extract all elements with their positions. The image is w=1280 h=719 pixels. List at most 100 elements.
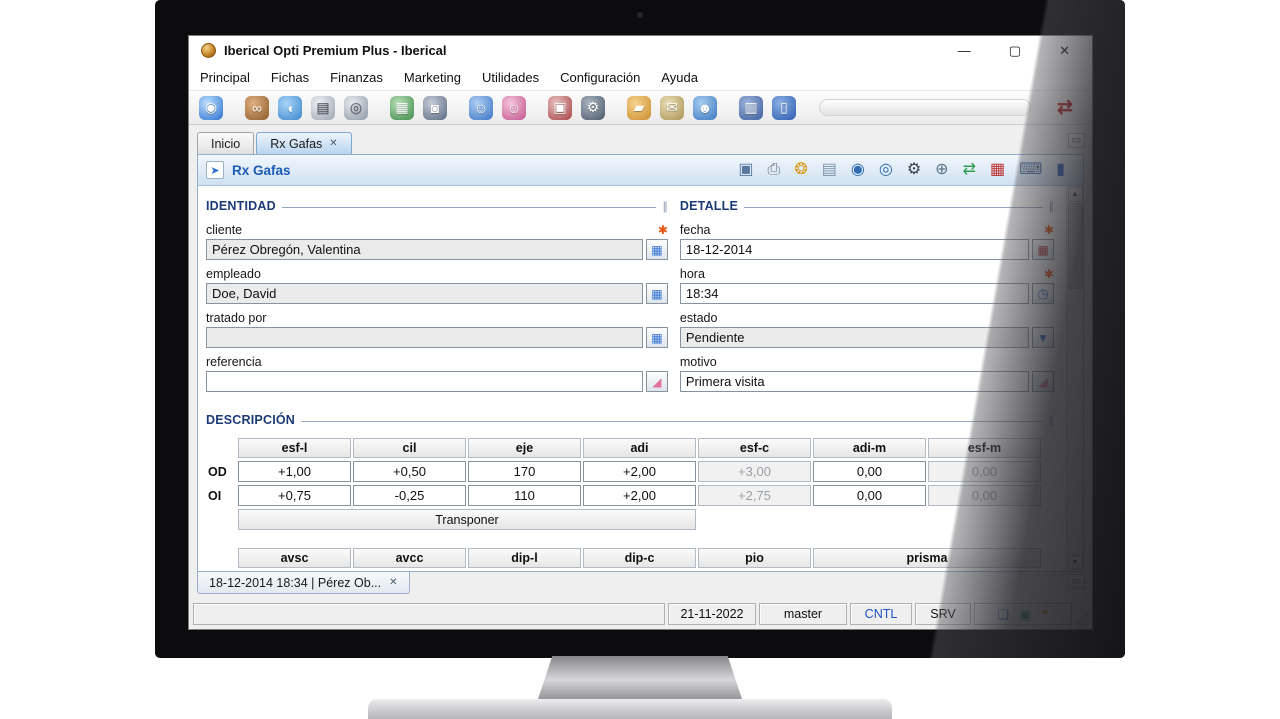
od-eje-input[interactable] <box>468 461 581 482</box>
save-icon[interactable]: ▣ <box>738 162 753 178</box>
collapse-handle-icon[interactable]: ∥ <box>662 200 668 213</box>
tab-rx-gafas[interactable]: Rx Gafas ✕ <box>256 132 352 154</box>
calculator-icon[interactable]: ▦ <box>390 96 414 120</box>
documents-icon[interactable]: ▤ <box>311 96 335 120</box>
badge-icon[interactable]: ❂ <box>794 162 807 178</box>
section-rule <box>301 421 1042 422</box>
terminal-icon[interactable]: ▥ <box>739 96 763 120</box>
employee-icon[interactable]: ☺ <box>502 96 526 120</box>
fecha-input[interactable] <box>680 239 1029 260</box>
lens-icon[interactable]: ◖ <box>278 96 302 120</box>
phoropter-icon[interactable]: ⚙ <box>907 162 921 178</box>
transfer-icon[interactable]: ⇄ <box>963 162 976 178</box>
folder-icon[interactable]: ▰ <box>627 96 651 120</box>
minimize-record-tabs-icon[interactable]: ▭ <box>1068 574 1085 589</box>
menu-utilidades[interactable]: Utilidades <box>482 70 539 85</box>
statusbar-message-area <box>193 603 665 625</box>
remote-desktop-icon[interactable]: ❏ <box>998 608 1010 621</box>
close-icon[interactable]: ✕ <box>1059 44 1070 57</box>
photo-icon[interactable]: ▤ <box>822 162 837 178</box>
oi-adi-m-input[interactable] <box>813 485 926 506</box>
binoculars-icon[interactable]: ∞ <box>245 96 269 120</box>
empleado-lookup-button[interactable]: ▦ <box>646 283 668 304</box>
oi-eje-input[interactable] <box>468 485 581 506</box>
menu-finanzas[interactable]: Finanzas <box>330 70 383 85</box>
tab-inicio[interactable]: Inicio <box>197 132 254 154</box>
workstation-icon[interactable]: ⌨ <box>1019 162 1042 178</box>
referencia-erase-button[interactable]: ◢ <box>646 371 668 392</box>
od-cil-input[interactable] <box>353 461 466 482</box>
table-lookup-icon: ▦ <box>651 288 662 300</box>
od-adi-input[interactable] <box>583 461 696 482</box>
oi-cil-input[interactable] <box>353 485 466 506</box>
oi-esf-l-input[interactable] <box>238 485 351 506</box>
record-tab-close-icon[interactable]: ✕ <box>389 577 397 588</box>
camera-icon[interactable]: ◙ <box>423 96 447 120</box>
print-icon[interactable]: ⎙ <box>768 162 781 178</box>
rx-table: esf-l cil eje adi esf-c adi-m esf-m OD <box>206 438 1054 568</box>
estado-dropdown-button[interactable]: ▼ <box>1032 327 1054 348</box>
referencia-input[interactable] <box>206 371 643 392</box>
table-lookup-icon: ▦ <box>651 332 662 344</box>
tratado-por-lookup-button[interactable]: ▦ <box>646 327 668 348</box>
scrollbar-thumb[interactable] <box>1068 203 1083 289</box>
client-icon[interactable]: ☺ <box>469 96 493 120</box>
od-esf-l-input[interactable] <box>238 461 351 482</box>
lensmeter-icon[interactable]: ⊕ <box>935 162 948 178</box>
fecha-calendar-button[interactable]: ▦ <box>1032 239 1054 260</box>
maximize-icon[interactable]: ▢ <box>1009 44 1021 57</box>
contacts-icon[interactable]: ☻ <box>693 96 717 120</box>
delivery-icon[interactable]: ▣ <box>548 96 572 120</box>
monitor-icon[interactable]: ▯ <box>772 96 796 120</box>
records-icon[interactable]: ▮ <box>1056 162 1065 178</box>
section-title-detalle: DETALLE <box>680 199 738 213</box>
tratado-por-input[interactable] <box>206 327 643 348</box>
menu-configuracion[interactable]: Configuración <box>560 70 640 85</box>
empleado-input[interactable] <box>206 283 643 304</box>
lab-machine-icon[interactable]: ⚙ <box>581 96 605 120</box>
calendar-icon[interactable]: ▦ <box>990 162 1005 178</box>
local-display-icon[interactable]: ▣ <box>1019 608 1031 621</box>
record-icon[interactable]: ◉ <box>199 96 223 120</box>
eye-review-icon[interactable]: ◎ <box>879 162 893 178</box>
collapse-handle-icon[interactable]: ∥ <box>1049 200 1055 213</box>
chat-icon[interactable]: ❝ <box>1041 608 1048 621</box>
estado-input[interactable] <box>680 327 1029 348</box>
minimize-tabs-icon[interactable]: ▭ <box>1068 133 1085 148</box>
cliente-lookup-button[interactable]: ▦ <box>646 239 668 260</box>
statusbar-cntl[interactable]: CNTL <box>850 603 912 625</box>
menu-marketing[interactable]: Marketing <box>404 70 461 85</box>
od-esf-m-input <box>928 461 1041 482</box>
descripcion-section-header: DESCRIPCIÓN ∥ <box>206 412 1054 428</box>
transponer-button[interactable]: Transponer <box>238 509 696 530</box>
panel-arrow-icon: ➤ <box>206 161 224 179</box>
titlebar[interactable]: Iberical Opti Premium Plus - Iberical — … <box>189 36 1092 64</box>
motivo-label: motivo <box>680 355 717 369</box>
sync-arrows-icon[interactable]: ⇄ <box>1048 96 1082 119</box>
hora-clock-button[interactable]: ◷ <box>1032 283 1054 304</box>
tab-close-icon[interactable]: ✕ <box>329 138 337 149</box>
cliente-input[interactable] <box>206 239 643 260</box>
toolbar-search-area[interactable] <box>819 99 1031 116</box>
vertical-scrollbar[interactable]: ▲ ▼ <box>1066 186 1083 571</box>
oi-adi-input[interactable] <box>583 485 696 506</box>
resize-grip[interactable] <box>1075 612 1088 626</box>
motivo-input[interactable] <box>680 371 1029 392</box>
field-referencia: referencia ◢ <box>206 354 668 392</box>
mail-icon[interactable]: ✉ <box>660 96 684 120</box>
menu-ayuda[interactable]: Ayuda <box>661 70 698 85</box>
scroll-up-icon[interactable]: ▲ <box>1068 187 1083 202</box>
od-adi-m-input[interactable] <box>813 461 926 482</box>
webcam-dot <box>637 12 643 18</box>
hora-input[interactable] <box>680 283 1029 304</box>
menu-principal[interactable]: Principal <box>200 70 250 85</box>
eye-icon[interactable]: ◉ <box>851 162 865 178</box>
scroll-down-icon[interactable]: ▼ <box>1068 555 1083 570</box>
collapse-handle-icon[interactable]: ∥ <box>1049 414 1055 427</box>
contact-lens-icon[interactable]: ◎ <box>344 96 368 120</box>
menu-fichas[interactable]: Fichas <box>271 70 309 85</box>
record-tab[interactable]: 18-12-2014 18:34 | Pérez Ob... ✕ <box>197 572 410 594</box>
minimize-icon[interactable]: — <box>958 44 971 57</box>
motivo-erase-button[interactable]: ◢ <box>1032 371 1054 392</box>
statusbar-srv[interactable]: SRV <box>915 603 971 625</box>
